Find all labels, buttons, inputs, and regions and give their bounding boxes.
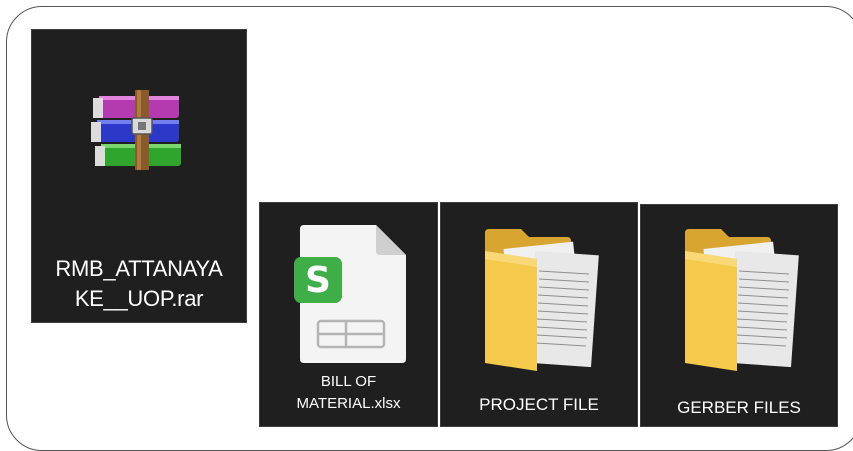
file-name-line1: BILL OF (320, 373, 377, 390)
spreadsheet-icon: S (294, 225, 406, 363)
folder-gerber-files[interactable]: GERBER FILES (640, 204, 838, 427)
folder-name: PROJECT FILE (479, 395, 599, 414)
folder-icon (485, 229, 599, 371)
folder-name: GERBER FILES (677, 398, 801, 417)
file-name-line2: MATERIAL.xlsx (296, 395, 401, 412)
winrar-archive-icon (91, 90, 181, 170)
file-name-line2: KE__UOP.rar (74, 286, 204, 311)
folder-icon (685, 229, 799, 371)
file-name-line1: RMB_ATTANAYA (55, 256, 223, 281)
file-bill-of-material-xlsx[interactable]: S BILL OF MATERIAL.xlsx (259, 202, 438, 427)
folder-project-file[interactable]: PROJECT FILE (440, 202, 638, 427)
svg-text:S: S (305, 260, 331, 301)
file-rmb-attanayake-uop-rar[interactable]: RMB_ATTANAYA KE__UOP.rar (31, 29, 247, 323)
